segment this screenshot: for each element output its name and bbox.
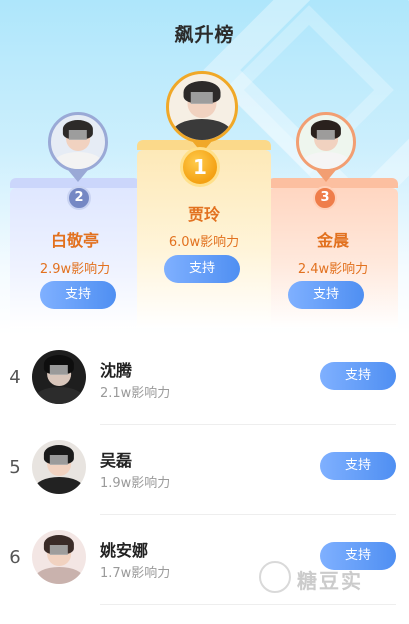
rank-3-badge: 3 (313, 186, 337, 210)
avatar-rank-3[interactable] (296, 112, 356, 172)
support-button[interactable]: 支持 (320, 452, 396, 480)
list-item[interactable]: 5 吴磊 1.9w影响力 支持 (0, 425, 409, 515)
avatar-pin (68, 170, 88, 182)
avatar[interactable] (32, 440, 86, 494)
support-button-rank-2[interactable]: 支持 (40, 281, 116, 309)
avatar-rank-2[interactable] (48, 112, 108, 172)
avatar[interactable] (32, 350, 86, 404)
list-item-score: 1.9w影响力 (100, 476, 171, 491)
podium-score-3: 2.4w影响力 (297, 262, 369, 277)
list-item-name: 吴磊 (100, 451, 133, 470)
rank-2-badge: 2 (67, 186, 91, 210)
support-button[interactable]: 支持 (320, 362, 396, 390)
avatar-rank-1[interactable] (166, 71, 238, 143)
page-title: 飙升榜 (174, 24, 235, 46)
support-button-rank-1[interactable]: 支持 (164, 255, 240, 283)
list-item-name: 沈腾 (100, 361, 133, 380)
watermark-logo-icon (259, 561, 291, 593)
avatar-pin (316, 170, 336, 182)
podium-name-1: 贾玲 (187, 205, 220, 224)
support-button-rank-3[interactable]: 支持 (288, 281, 364, 309)
watermark: 糖豆实 (259, 559, 409, 599)
podium-score-2: 2.9w影响力 (39, 262, 111, 277)
divider (100, 604, 396, 605)
list-item[interactable]: 4 沈腾 2.1w影响力 支持 (0, 335, 409, 425)
rank-1-badge: 1 (180, 147, 220, 187)
list-item-score: 2.1w影响力 (100, 386, 171, 401)
podium-score-1: 6.0w影响力 (168, 235, 240, 250)
podium-name-3: 金晨 (316, 231, 349, 250)
watermark-text: 糖豆实 (297, 569, 363, 593)
rank-number: 5 (9, 457, 21, 478)
avatar[interactable] (32, 530, 86, 584)
rank-number: 4 (9, 367, 21, 388)
list-item-score: 1.7w影响力 (100, 566, 171, 581)
podium-name-2: 白敬亭 (50, 231, 99, 250)
list-item-name: 姚安娜 (100, 541, 149, 560)
rank-number: 6 (9, 547, 21, 568)
